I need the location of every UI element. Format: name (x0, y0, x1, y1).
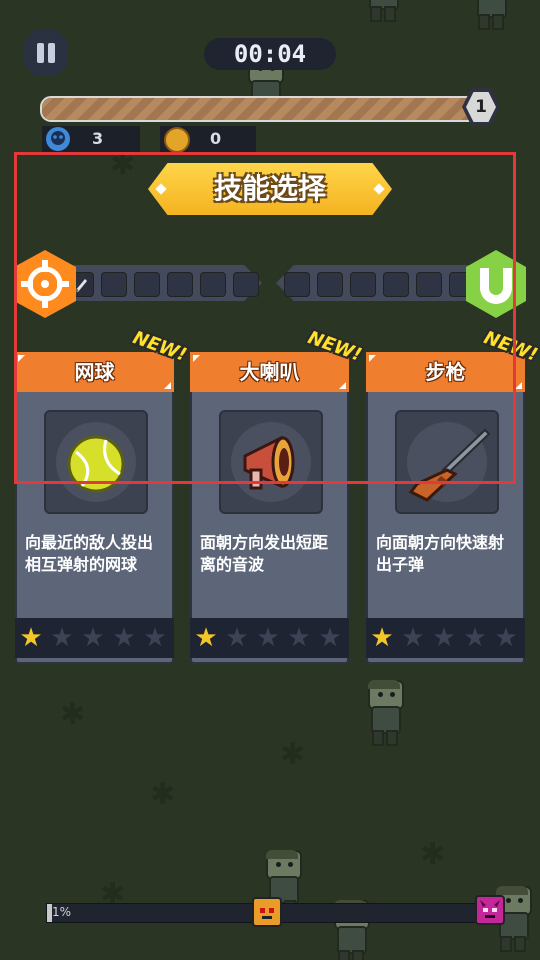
game-timer: 00:04 (204, 38, 336, 70)
star-icon: ★ (112, 623, 136, 653)
star-icon: ★ (143, 623, 167, 653)
skill-card-description: 面朝方向发出短距离的音波 (200, 533, 329, 574)
coin-counter: 0 (160, 126, 256, 153)
star-icon: ★ (256, 623, 280, 653)
star-icon: ★ (194, 623, 218, 653)
pause-button[interactable] (24, 30, 68, 76)
star-icon: ★ (432, 623, 456, 653)
star-rating: ★ ★ ★ ★ ★ (15, 618, 174, 658)
star-icon: ★ (19, 623, 43, 653)
star-rating: ★ ★ ★ ★ ★ (190, 618, 349, 658)
level-value: 1 (466, 92, 496, 122)
star-icon: ★ (401, 623, 425, 653)
experience-bar (40, 96, 482, 122)
star-icon: ★ (50, 623, 74, 653)
star-icon: ★ (318, 623, 342, 653)
boss-icon (475, 895, 505, 925)
wave-progress-label: 1% (52, 905, 72, 919)
star-icon: ★ (463, 623, 487, 653)
miniboss-icon (252, 897, 282, 927)
experience-fill (42, 98, 472, 120)
star-rating: ★ ★ ★ ★ ★ (366, 618, 525, 658)
star-icon: ★ (494, 623, 518, 653)
star-icon: ★ (370, 623, 394, 653)
skull-icon (46, 127, 70, 151)
kill-counter: 3 (42, 126, 140, 152)
star-icon: ★ (225, 623, 249, 653)
skill-card-description: 向最近的敌人投出相互弹射的网球 (25, 533, 154, 574)
star-icon: ★ (287, 623, 311, 653)
star-icon: ★ (81, 623, 105, 653)
skill-card-description: 向面朝方向快速射出子弹 (376, 533, 505, 574)
highlight-frame (14, 152, 516, 484)
game-scene: ✱ ✱ ✱ ✱ ✱ ✱ ✱ ✱ 00:04 1 (0, 0, 540, 960)
pause-icon (37, 43, 44, 63)
coin-icon (164, 127, 190, 153)
wave-progress-fill (47, 904, 52, 922)
